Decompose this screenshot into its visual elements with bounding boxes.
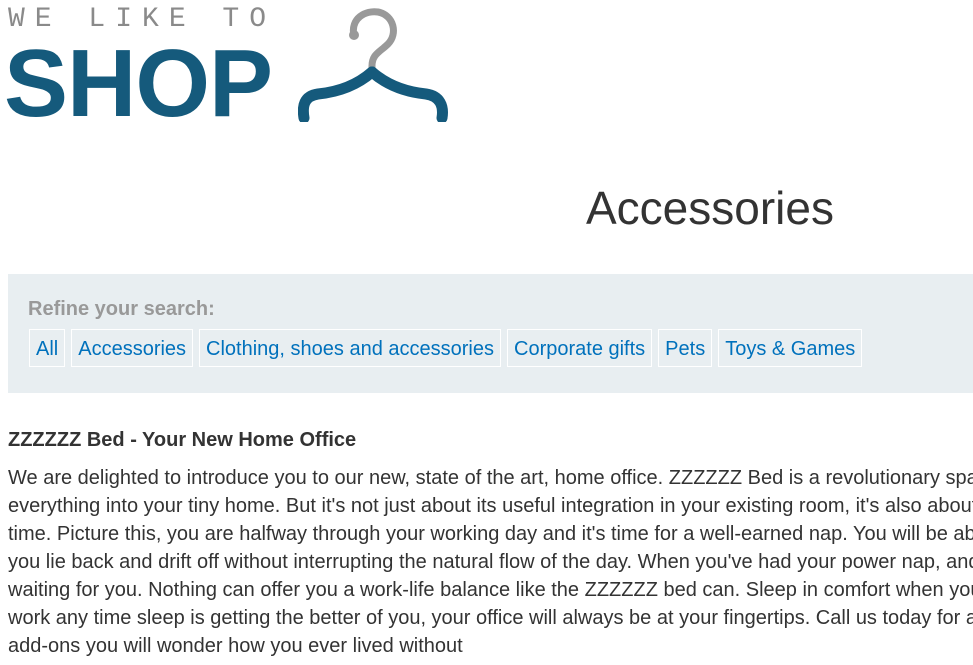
description-line: time. Picture this, you are halfway thro… <box>8 523 973 545</box>
filter-link-pets[interactable]: Pets <box>658 329 713 367</box>
filter-link-all[interactable]: All <box>29 329 66 367</box>
refine-search-label: Refine your search: <box>28 298 215 320</box>
description-line: add-ons you will wonder how you ever liv… <box>8 635 463 657</box>
description-line: everything into your tiny home. But it's… <box>8 495 973 517</box>
description-line: you lie back and drift off without inter… <box>8 551 973 573</box>
description-line: work any time sleep is getting the bette… <box>8 607 973 629</box>
product-title[interactable]: ZZZZZZ Bed - Your New Home Office <box>8 426 973 454</box>
product-description: We are delighted to introduce you to our… <box>8 464 973 660</box>
hanger-icon <box>298 8 448 122</box>
product-item: ZZZZZZ Bed - Your New Home Office We are… <box>8 426 973 660</box>
filter-panel: Refine your search: All Accessories Clot… <box>8 274 973 393</box>
category-filters: All Accessories Clothing, shoes and acce… <box>29 329 863 367</box>
logo-brand: SHOP <box>4 30 273 137</box>
filter-link-toys-games[interactable]: Toys & Games <box>718 329 863 367</box>
filter-link-clothing-shoes-accessories[interactable]: Clothing, shoes and accessories <box>199 329 501 367</box>
site-logo[interactable]: WE LIKE TO SHOP <box>4 0 458 132</box>
filter-link-accessories[interactable]: Accessories <box>71 329 194 367</box>
description-line: waiting for you. Nothing can offer you a… <box>8 579 973 601</box>
page-title: Accessories <box>586 182 834 234</box>
filter-link-corporate-gifts[interactable]: Corporate gifts <box>507 329 653 367</box>
description-line: We are delighted to introduce you to our… <box>8 467 973 489</box>
